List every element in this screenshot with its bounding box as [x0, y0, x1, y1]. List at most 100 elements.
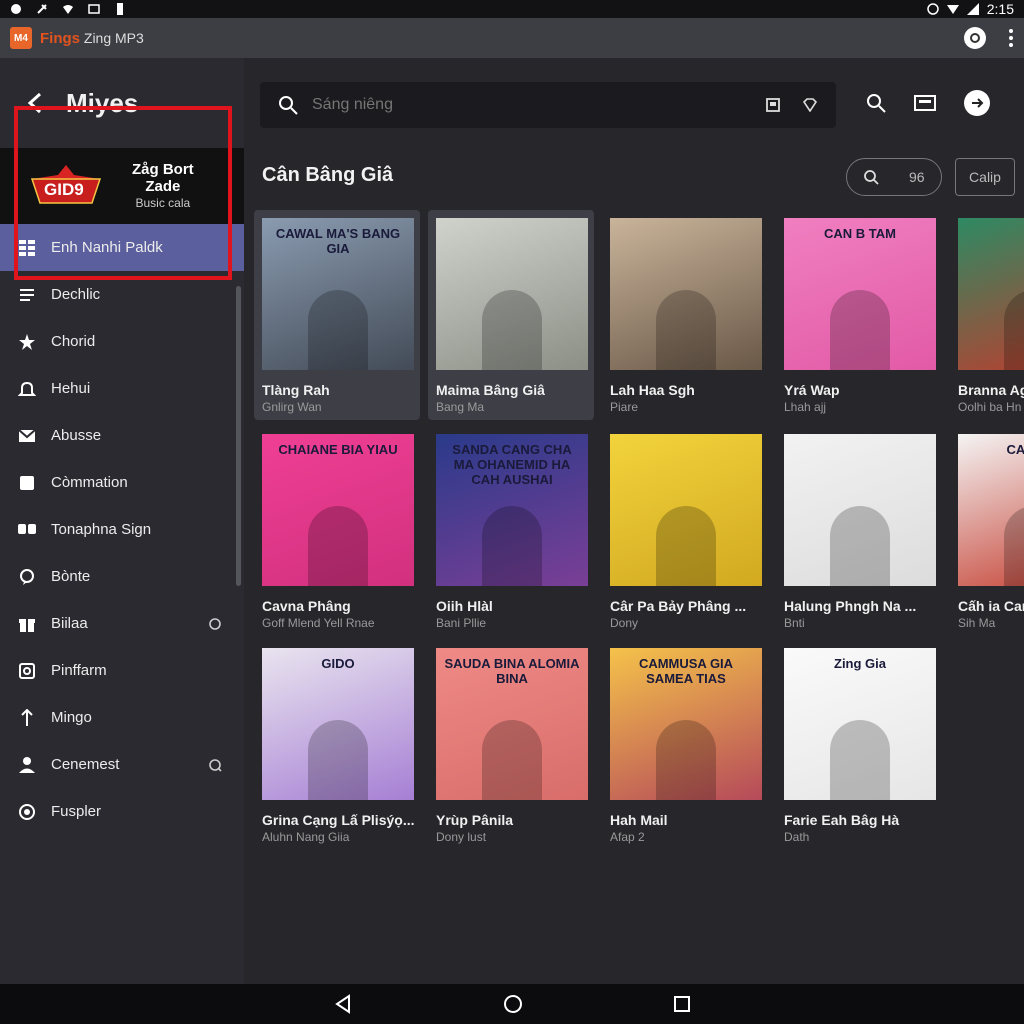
cast-icon[interactable]: [914, 95, 936, 111]
search-action-icon[interactable]: [866, 93, 886, 113]
album-cover-text: CAN B TAM: [824, 226, 896, 241]
album-cover: Zing Gia: [784, 648, 936, 800]
sidebar-item-label: Còmmation: [51, 474, 128, 491]
gift-icon: [16, 613, 38, 635]
album-card[interactable]: CAMMUSA GIA SAMEA TIAS Hah Mail Afap 2: [602, 640, 768, 850]
sync-icon[interactable]: [208, 758, 222, 772]
album-card[interactable]: Halung Phngh Na ... Bnti: [776, 426, 942, 636]
album-card[interactable]: GIDO Grina Cạng Lấ Plisýọ... Aluhn Nang Gi…: [254, 640, 420, 850]
star-icon: [16, 331, 38, 353]
calip-button[interactable]: Calip: [955, 158, 1015, 196]
album-subtitle: Dony: [610, 616, 639, 630]
app-logo: M4: [10, 27, 32, 49]
wifi-icon: [63, 5, 73, 14]
search-bar[interactable]: [260, 82, 836, 128]
pin-icon: [16, 707, 38, 729]
cover-figure: [830, 720, 890, 800]
album-card[interactable]: CAWAL MA'S BANG GIA Tlàng Rah Gnlirg Wan: [254, 210, 420, 420]
sidebar-item-label: Hehui: [51, 380, 91, 397]
sidebar-item-label: Mingo: [51, 709, 92, 726]
profile-button[interactable]: [964, 27, 986, 49]
album-cover: GIDO: [262, 648, 414, 800]
sidebar-item-label: Tonaphna Sign: [51, 521, 152, 538]
album-cover: [610, 218, 762, 370]
list-icon: [16, 284, 38, 306]
album-cover-text: Zing Gia: [834, 656, 886, 671]
filter-search-pill[interactable]: 96: [846, 158, 942, 196]
album-cover-text: CHAIANE BIA YIAU: [278, 442, 398, 457]
album-card[interactable]: Câr Pa Bảy Phâng ... Dony: [602, 426, 768, 636]
album-cover-text: CAMMUSA GIA SAMEA TIAS: [638, 656, 734, 686]
album-cover: CAMMUSA GIA SAMEA TIAS: [610, 648, 762, 800]
album-card[interactable]: Branna Ag Oolhi ba Hn: [950, 210, 1024, 420]
album-card[interactable]: SAUDA BINA ALOMIA BINA Yrùp Pânila Dony lu…: [428, 640, 594, 850]
album-card[interactable]: Zing Gia Farie Eah Bâg Hà Dath: [776, 640, 942, 850]
sidebar-item[interactable]: Abusse: [0, 412, 244, 459]
album-card[interactable]: CAMA BI Cấh ia Car Sih Ma: [950, 426, 1024, 636]
album-cover: SANDA CANG CHA MA OHANEMID HA CAH AUSHAI: [436, 434, 588, 586]
cover-figure: [1004, 506, 1024, 586]
album-card[interactable]: Lah Haa Sgh Piare: [602, 210, 768, 420]
sidebar-item-label: Bònte: [51, 568, 91, 585]
sidebar-item[interactable]: Hehui: [0, 365, 244, 412]
album-cover: [436, 218, 588, 370]
nav-recents-icon[interactable]: [673, 995, 691, 1013]
more-vert-icon[interactable]: [1008, 28, 1014, 48]
album-cover: CHAIANE BIA YIAU: [262, 434, 414, 586]
diamond-icon[interactable]: [802, 98, 818, 112]
album-subtitle: Aluhn Nang Giia: [262, 830, 350, 844]
album-title: Grina Cạng Lấ Plisýọ...: [262, 812, 415, 828]
sidebar-item[interactable]: Cenemest: [0, 741, 244, 788]
arrow-right-icon: [972, 98, 984, 108]
album-title: Cavna Phâng: [262, 598, 351, 614]
album-subtitle: Lhah ajj: [784, 400, 827, 414]
sidebar-item[interactable]: Bònte: [0, 553, 244, 600]
image-icon: [88, 4, 100, 14]
filter-value: 96: [909, 169, 925, 185]
app-brand: Fings: [40, 29, 80, 47]
album-title: Oiih Hlàl: [436, 598, 493, 614]
cover-figure: [308, 290, 368, 370]
album-card[interactable]: CHAIANE BIA YIAU Cavna Phâng Goff Mlend Ye…: [254, 426, 420, 636]
next-button[interactable]: [964, 90, 990, 116]
sidebar-item[interactable]: Chorid: [0, 318, 244, 365]
bell-icon: [16, 378, 38, 400]
clock: 2:15: [986, 1, 1014, 17]
sidebar-item[interactable]: Fuspler: [0, 788, 244, 835]
save-icon[interactable]: [766, 98, 780, 112]
album-card[interactable]: Maima Bâng Giâ Bang Ma: [428, 210, 594, 420]
info-icon[interactable]: [208, 617, 222, 631]
nav-home-icon[interactable]: [503, 994, 523, 1014]
sidebar-item-label: Pinffarm: [51, 662, 107, 679]
sidebar-item-label: Chorid: [51, 333, 96, 350]
cover-figure: [308, 720, 368, 800]
album-title: Câr Pa Bảy Phâng ...: [610, 598, 747, 614]
album-cover: [958, 218, 1024, 370]
person-icon: [16, 754, 38, 776]
sidebar-item[interactable]: Còmmation: [0, 459, 244, 506]
album-subtitle: Piare: [610, 400, 639, 414]
album-cover: CAWAL MA'S BANG GIA: [262, 218, 414, 370]
album-card[interactable]: SANDA CANG CHA MA OHANEMID HA CAH AUSHAI…: [428, 426, 594, 636]
album-subtitle: Oolhi ba Hn: [958, 400, 1022, 414]
nav-back-icon[interactable]: [333, 994, 353, 1014]
album-card[interactable]: CAN B TAM Yrá Wap Lhah ajj: [776, 210, 942, 420]
sidebar-item[interactable]: Tonaphna Sign: [0, 506, 244, 553]
app-title: Fings Zing MP3: [40, 30, 144, 47]
album-cover-text: CAWAL MA'S BANG GIA: [275, 226, 401, 256]
sidebar-item-label: Biilaa: [51, 615, 88, 632]
app-bar: M4 Fings Zing MP3: [0, 18, 1024, 58]
album-subtitle: Goff Mlend Yell Rnae: [262, 616, 375, 630]
album-subtitle: Dony lust: [436, 830, 487, 844]
mail-icon: [16, 425, 38, 447]
album-cover-text: SANDA CANG CHA MA OHANEMID HA CAH AUSHAI: [452, 442, 572, 487]
album-title: Lah Haa Sgh: [610, 382, 695, 398]
cover-figure: [1004, 290, 1024, 370]
sidebar-item-label: Abusse: [51, 427, 102, 444]
album-subtitle: Dath: [784, 830, 810, 844]
sidebar-item[interactable]: Biilaa: [0, 600, 244, 647]
sidebar-scrollbar[interactable]: [236, 286, 241, 586]
sidebar-item[interactable]: Mingo: [0, 694, 244, 741]
sidebar-item[interactable]: Pinffarm: [0, 647, 244, 694]
search-input[interactable]: [312, 96, 766, 114]
